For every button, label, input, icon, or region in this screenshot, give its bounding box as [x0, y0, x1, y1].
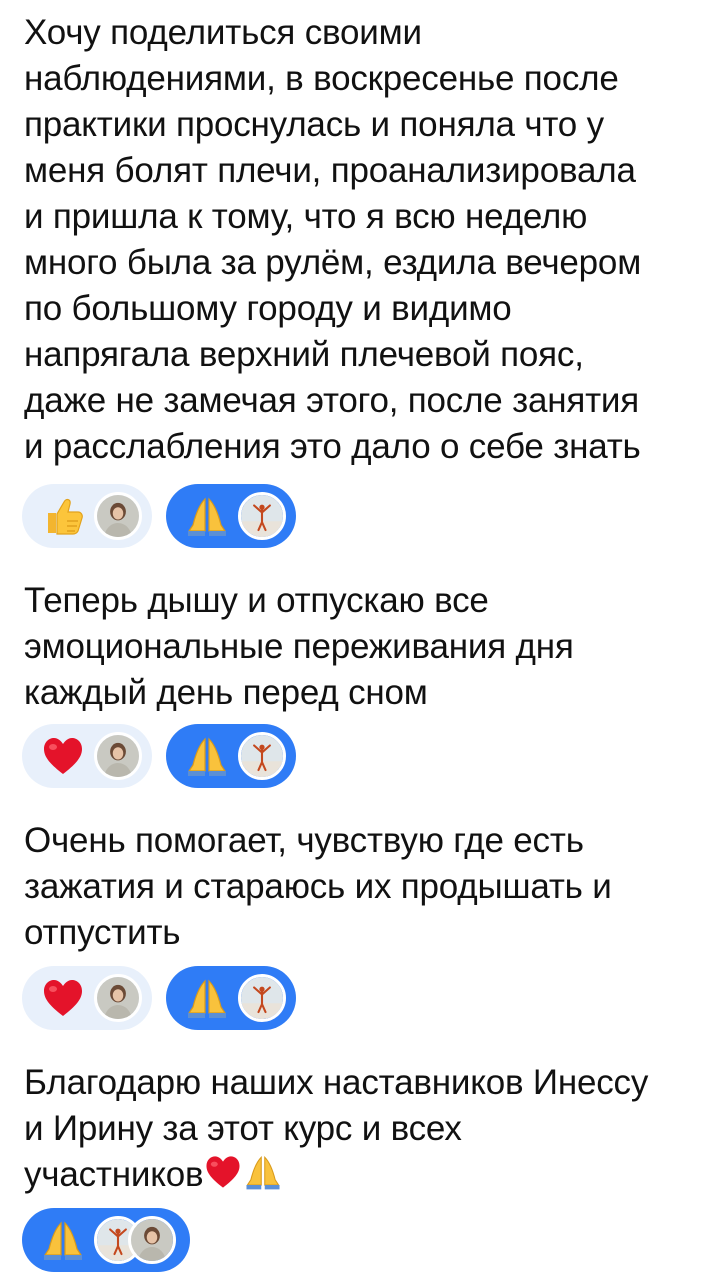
reaction-folded-hands[interactable]: [166, 966, 296, 1030]
reaction-red-heart[interactable]: [22, 724, 152, 788]
reaction-red-heart[interactable]: [22, 966, 152, 1030]
message-4-text: Благодарю наших наставников Инессу и Ири…: [24, 1063, 649, 1194]
folded-hands-icon: [43, 1221, 83, 1260]
avatar-woman: [94, 974, 142, 1022]
folded-hands-icon: [246, 1155, 281, 1190]
folded-hands-icon: [187, 497, 227, 536]
reaction-folded-hands[interactable]: [166, 484, 296, 548]
red-heart-icon: [206, 1156, 240, 1188]
message-3-text: Очень помогает, чувствую где есть зажати…: [24, 821, 612, 952]
reaction-folded-hands[interactable]: [22, 1208, 190, 1272]
message-1-reactions: [22, 484, 296, 548]
message-3-reactions: [22, 966, 296, 1030]
reaction-folded-hands[interactable]: [166, 724, 296, 788]
avatar-yoga: [238, 492, 286, 540]
avatar-yoga: [238, 732, 286, 780]
folded-hands-icon: [187, 737, 227, 776]
avatar-yoga: [238, 974, 286, 1022]
folded-hands-icon: [187, 979, 227, 1018]
message-1-text: Хочу поделиться своими наблюдениями, в в…: [24, 13, 642, 466]
thumbs-up-icon: [48, 498, 83, 535]
red-heart-icon: [44, 738, 82, 774]
message-4-reactions: [22, 1208, 190, 1272]
avatar-woman: [94, 732, 142, 780]
message-2-text: Теперь дышу и отпускаю все эмоциональные…: [24, 581, 574, 712]
avatar-woman: [128, 1216, 176, 1264]
reaction-thumbs-up[interactable]: [22, 484, 152, 548]
red-heart-icon: [44, 980, 82, 1016]
message-2-reactions: [22, 724, 296, 788]
avatar-woman: [94, 492, 142, 540]
